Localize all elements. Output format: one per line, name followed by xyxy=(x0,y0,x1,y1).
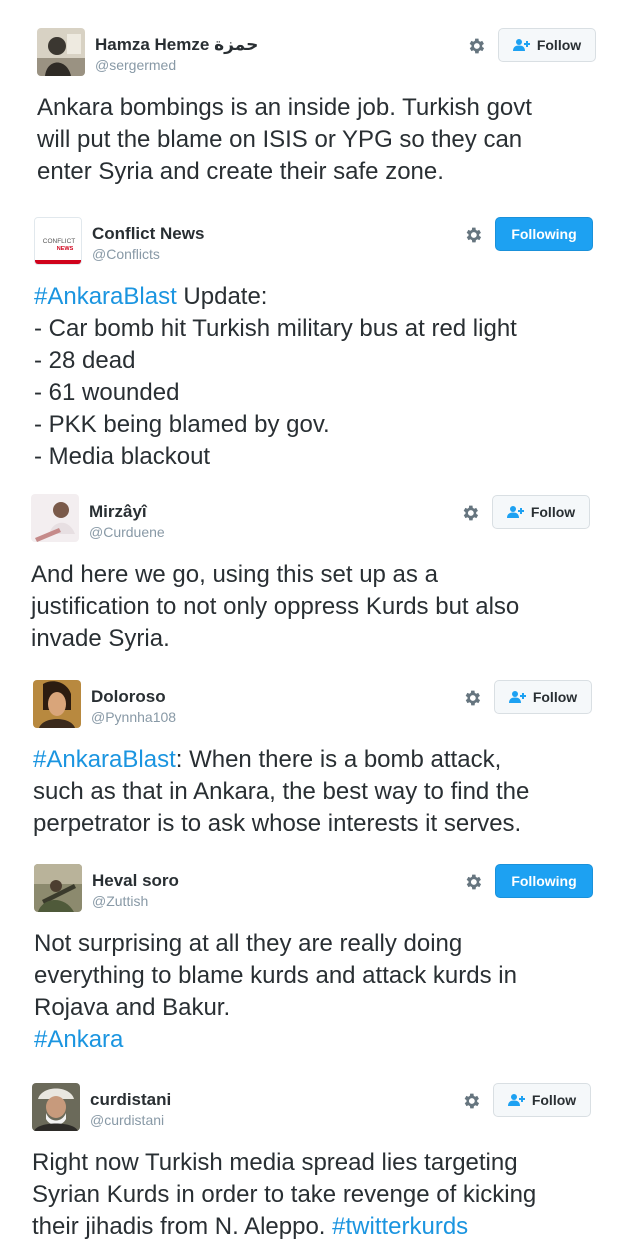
tweet-text-segment: Rojava and Bakur. xyxy=(34,994,231,1021)
hashtag-link[interactable]: #Ankara xyxy=(34,1026,123,1053)
gear-icon[interactable] xyxy=(466,36,486,56)
user-handle[interactable]: @sergermed xyxy=(95,57,176,73)
tweet-text-segment: - PKK being blamed by gov. xyxy=(34,411,330,438)
tweet-text-line: - PKK being blamed by gov. xyxy=(34,409,619,441)
gear-icon[interactable] xyxy=(462,688,482,708)
tweet-text-line: #AnkaraBlast: When there is a bomb attac… xyxy=(33,744,618,776)
avatar-logo-text: CONFLICT xyxy=(43,238,76,245)
user-handle[interactable]: @Curduene xyxy=(89,524,165,540)
gear-icon[interactable] xyxy=(461,1091,481,1111)
avatar[interactable] xyxy=(34,864,82,912)
user-handle[interactable]: @Conflicts xyxy=(92,246,160,262)
following-button-label: Following xyxy=(511,873,577,889)
tweet-text-line: - 61 wounded xyxy=(34,377,619,409)
tweet-text-line: their jihadis from N. Aleppo. #twitterku… xyxy=(32,1211,617,1243)
tweet-text: #AnkaraBlast Update: - Car bomb hit Turk… xyxy=(34,281,619,473)
tweet-text: Right now Turkish media spread lies targ… xyxy=(32,1147,617,1243)
follow-person-plus-icon xyxy=(512,39,530,51)
tweet-text-segment: And here we go, using this set up as a xyxy=(31,561,438,588)
follow-button[interactable]: Follow xyxy=(492,495,590,529)
user-handle[interactable]: @curdistani xyxy=(90,1112,164,1128)
tweet-text-line: And here we go, using this set up as a xyxy=(31,559,616,591)
avatar[interactable] xyxy=(31,494,79,542)
tweet-text-segment: : When there is a bomb attack, xyxy=(175,746,502,773)
avatar[interactable] xyxy=(32,1083,80,1131)
display-name[interactable]: Hamza Hemze حمزة xyxy=(95,35,258,55)
display-name[interactable]: Doloroso xyxy=(91,687,166,707)
tweet-text-line: #AnkaraBlast Update: xyxy=(34,281,619,313)
follow-button-label: Follow xyxy=(532,689,578,705)
avatar-logo-text: NEWS xyxy=(57,246,74,252)
tweet-text-segment: Syrian Kurds in order to take revenge of… xyxy=(32,1181,537,1208)
tweet-text-line: #Ankara xyxy=(34,1024,619,1056)
tweet-text-segment: - Car bomb hit Turkish military bus at r… xyxy=(34,315,517,342)
tweet-text-segment: - 61 wounded xyxy=(34,379,180,406)
avatar[interactable] xyxy=(37,28,85,76)
tweet-text-segment: enter Syria and create their safe zone. xyxy=(37,158,444,185)
following-button-label: Following xyxy=(511,226,577,242)
user-handle[interactable]: @Zuttish xyxy=(92,893,148,909)
tweet-text-segment: Update: xyxy=(176,283,268,310)
follow-button-label: Follow xyxy=(531,1092,577,1108)
tweet-text-segment: everything to blame kurds and attack kur… xyxy=(34,962,517,989)
display-name[interactable]: Conflict News xyxy=(92,224,204,244)
tweet-text-line: Rojava and Bakur. xyxy=(34,992,619,1024)
follow-button-label: Follow xyxy=(536,37,582,53)
tweet-text-segment: Right now Turkish media spread lies targ… xyxy=(32,1149,518,1176)
following-button[interactable]: Following xyxy=(495,217,593,251)
tweet-text-segment: will put the blame on ISIS or YPG so the… xyxy=(37,126,523,153)
tweet-text: #AnkaraBlast: When there is a bomb attac… xyxy=(33,744,618,840)
hashtag-link[interactable]: #AnkaraBlast xyxy=(33,746,176,773)
follow-button[interactable]: Follow xyxy=(493,1083,591,1117)
avatar[interactable] xyxy=(33,680,81,728)
gear-icon[interactable] xyxy=(463,872,483,892)
tweet-text-line: Syrian Kurds in order to take revenge of… xyxy=(32,1179,617,1211)
tweet-text-line: - Media blackout xyxy=(34,441,619,473)
tweet-text-line: Right now Turkish media spread lies targ… xyxy=(32,1147,617,1179)
user-handle[interactable]: @Pynnha108 xyxy=(91,709,176,725)
tweet-text: Ankara bombings is an inside job. Turkis… xyxy=(37,92,622,188)
display-name[interactable]: Heval soro xyxy=(92,871,179,891)
display-name[interactable]: curdistani xyxy=(90,1090,171,1110)
tweet-text-line: enter Syria and create their safe zone. xyxy=(37,156,622,188)
tweet-text-line: such as that in Ankara, the best way to … xyxy=(33,776,618,808)
tweet-text-line: - Car bomb hit Turkish military bus at r… xyxy=(34,313,619,345)
tweet-text-segment: invade Syria. xyxy=(31,625,170,652)
gear-icon[interactable] xyxy=(460,503,480,523)
follow-person-plus-icon xyxy=(508,691,526,703)
tweet-text-line: everything to blame kurds and attack kur… xyxy=(34,960,619,992)
follow-button[interactable]: Follow xyxy=(498,28,596,62)
follow-person-plus-icon xyxy=(507,1094,525,1106)
tweet-text: And here we go, using this set up as a j… xyxy=(31,559,616,655)
follow-button-label: Follow xyxy=(530,504,576,520)
follow-person-plus-icon xyxy=(506,506,524,518)
tweet-text-segment: such as that in Ankara, the best way to … xyxy=(33,778,530,805)
tweet-text-segment: their jihadis from N. Aleppo. xyxy=(32,1213,333,1240)
tweet-text-segment: - 28 dead xyxy=(34,347,136,374)
tweet-text-segment: - Media blackout xyxy=(34,443,211,470)
following-button[interactable]: Following xyxy=(495,864,593,898)
hashtag-link[interactable]: #twitterkurds xyxy=(332,1213,468,1240)
tweet-text-segment: justification to not only oppress Kurds … xyxy=(31,593,520,620)
hashtag-link[interactable]: #AnkaraBlast xyxy=(34,283,177,310)
tweet-text-line: invade Syria. xyxy=(31,623,616,655)
avatar[interactable]: CONFLICT NEWS xyxy=(34,217,82,265)
tweet-text-line: justification to not only oppress Kurds … xyxy=(31,591,616,623)
tweet-text-line: Not surprising at all they are really do… xyxy=(34,928,619,960)
tweet-text-line: Ankara bombings is an inside job. Turkis… xyxy=(37,92,622,124)
follow-button[interactable]: Follow xyxy=(494,680,592,714)
tweet-text-segment: Ankara bombings is an inside job. Turkis… xyxy=(37,94,532,121)
tweet-text: Not surprising at all they are really do… xyxy=(34,928,619,1056)
gear-icon[interactable] xyxy=(463,225,483,245)
tweet-text-line: - 28 dead xyxy=(34,345,619,377)
tweet-text-segment: Not surprising at all they are really do… xyxy=(34,930,463,957)
tweet-text-line: perpetrator is to ask whose interests it… xyxy=(33,808,618,840)
display-name[interactable]: Mirzâyî xyxy=(89,502,147,522)
tweet-text-segment: perpetrator is to ask whose interests it… xyxy=(33,810,522,837)
tweet-text-line: will put the blame on ISIS or YPG so the… xyxy=(37,124,622,156)
